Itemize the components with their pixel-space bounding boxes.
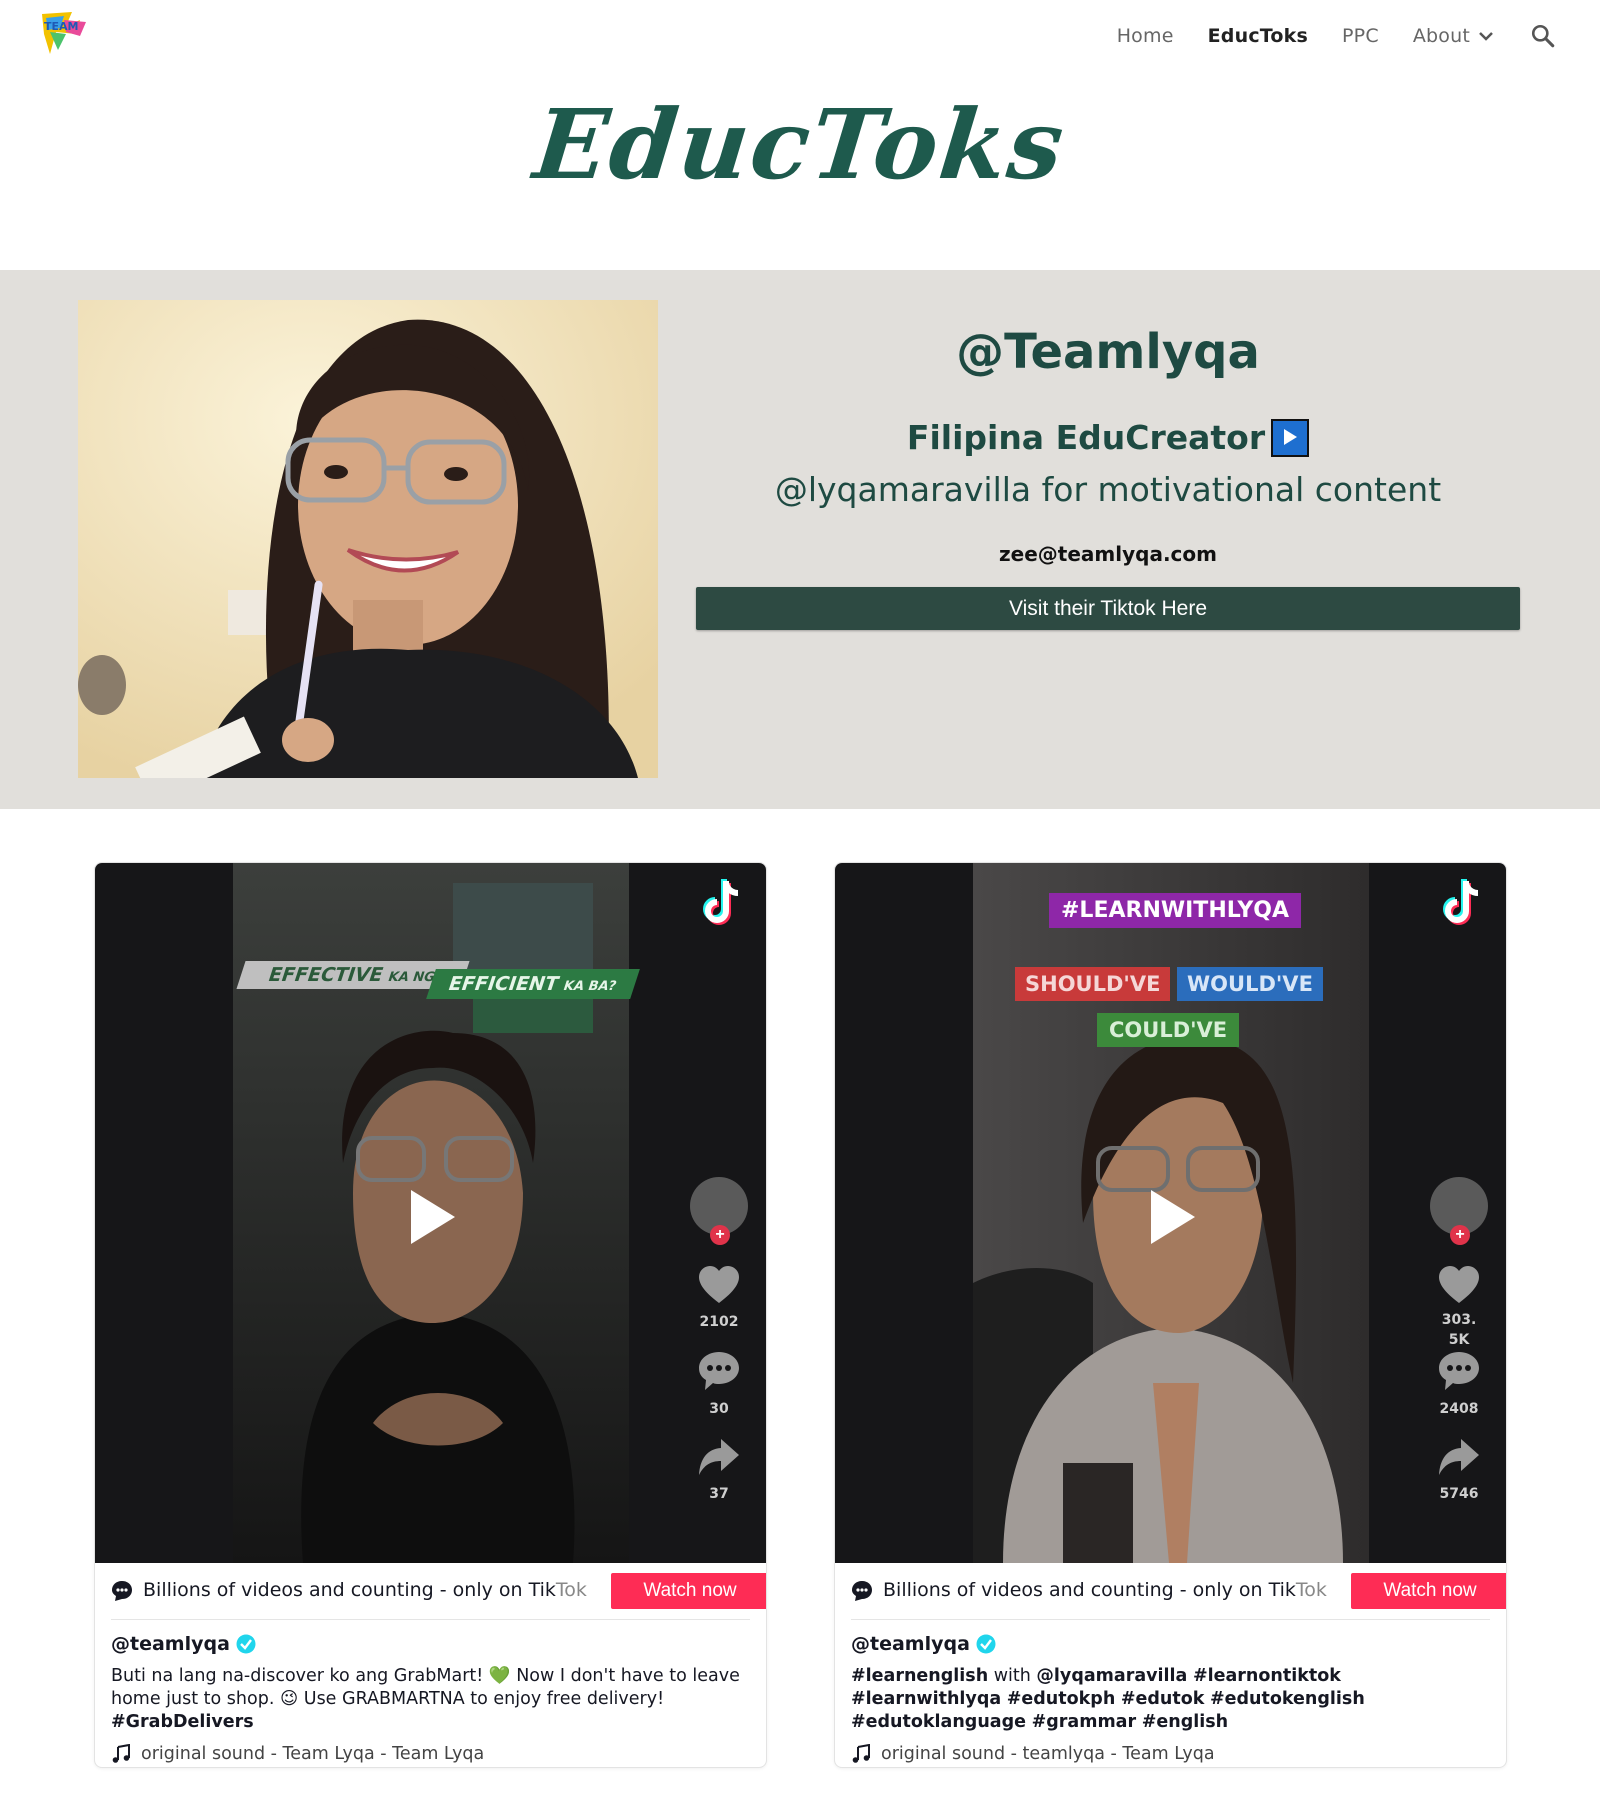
author-username[interactable]: @teamlyqa	[111, 1633, 230, 1655]
tiktok-logo-icon[interactable]	[1442, 877, 1486, 932]
nav-about-label: About	[1412, 25, 1470, 47]
like-count: 303.5K	[1441, 1312, 1477, 1348]
overlay-wouldve: WOULD'VE	[1177, 967, 1323, 1001]
comment-count: 30	[709, 1401, 729, 1417]
verified-badge-icon	[236, 1634, 256, 1654]
video-meta: @teamlyqa Buti na lang na-discover ko an…	[111, 1633, 751, 1764]
overlay-efficient-text: EFFICIENT	[445, 973, 562, 995]
promo-text-main: Billions of videos and counting - only o…	[883, 1579, 1296, 1601]
video-player[interactable]: EFFECTIVE KA NGA, EFFICIENT KA BA? + 210…	[95, 863, 766, 1563]
tiktok-promo-bar: Billions of videos and counting - only o…	[851, 1563, 1506, 1620]
music-note-icon	[852, 1744, 870, 1763]
sound-label: original sound - Team Lyqa - Team Lyqa	[141, 1744, 485, 1764]
verified-badge-icon	[976, 1634, 996, 1654]
video-author[interactable]: @teamlyqa	[111, 1633, 751, 1655]
follow-plus-icon[interactable]: +	[710, 1225, 730, 1245]
caption-hashtag[interactable]: #learnontiktok	[1193, 1666, 1341, 1686]
heart-icon[interactable]	[689, 1265, 749, 1310]
watch-now-button[interactable]: Watch now	[611, 1573, 766, 1609]
video-caption: Buti na lang na-discover ko ang GrabMart…	[111, 1665, 751, 1734]
video-sound[interactable]: original sound - Team Lyqa - Team Lyqa	[111, 1744, 751, 1764]
video-caption: #learnenglish with @lyqamaravilla #learn…	[851, 1665, 1491, 1734]
site-logo[interactable]: TEAM	[36, 10, 94, 58]
follow-plus-icon[interactable]: +	[1450, 1225, 1470, 1245]
play-icon[interactable]	[407, 1188, 457, 1251]
creator-email[interactable]: zee@teamlyqa.com	[696, 542, 1520, 566]
comment-count: 2408	[1439, 1401, 1479, 1417]
chevron-down-icon[interactable]	[1478, 31, 1494, 41]
promo-text: Billions of videos and counting - only o…	[883, 1579, 1327, 1601]
caption-hashtag[interactable]: #grammar	[1032, 1712, 1137, 1732]
caption-hashtag[interactable]: #edutokph	[1007, 1689, 1116, 1709]
chat-bubble-icon	[111, 1580, 133, 1607]
creator-avatar[interactable]: +	[690, 1177, 748, 1245]
nav-ppc[interactable]: PPC	[1342, 25, 1379, 47]
chat-bubble-icon	[851, 1580, 873, 1607]
overlay-effective-text: EFFECTIVE	[265, 964, 387, 986]
main-nav: Home EducToks PPC About	[1083, 0, 1556, 72]
share-count: 37	[709, 1486, 729, 1502]
video-meta: @teamlyqa #learnenglish with @lyqamaravi…	[851, 1633, 1491, 1764]
author-username[interactable]: @teamlyqa	[851, 1633, 970, 1655]
tiktok-logo-icon[interactable]	[702, 877, 746, 932]
watch-now-button[interactable]: Watch now	[1351, 1573, 1506, 1609]
page-title: EducToks	[529, 88, 1071, 201]
comment-icon[interactable]	[689, 1350, 749, 1397]
sound-label: original sound - teamlyqa - Team Lyqa	[881, 1744, 1215, 1764]
like-count: 2102	[699, 1314, 739, 1330]
creator-avatar[interactable]: +	[1430, 1177, 1488, 1245]
caption-hashtag[interactable]: #edutoklanguage	[851, 1712, 1026, 1732]
page-title-wrap: EducToks	[0, 80, 1600, 210]
overlay-couldve: COULD'VE	[1097, 1013, 1240, 1047]
caption-hashtag[interactable]: #learnwithlyqa	[851, 1689, 1001, 1709]
promo-text-tail: Tok	[1295, 1579, 1327, 1601]
caption-hashtag[interactable]: #english	[1142, 1712, 1228, 1732]
overlay-ka-ba: KA BA?	[561, 979, 619, 994]
profile-hero: @Teamlyqa Filipina EduCreator @lyqamarav…	[0, 270, 1600, 809]
visit-tiktok-button[interactable]: Visit their Tiktok Here	[696, 587, 1520, 630]
nav-home[interactable]: Home	[1117, 25, 1174, 47]
video-player[interactable]: #LEARNWITHLYQA SHOULD'VE WOULD'VE COULD'…	[835, 863, 1506, 1563]
caption-hashtag[interactable]: #edutokenglish	[1210, 1689, 1365, 1709]
tiktok-promo-bar: Billions of videos and counting - only o…	[111, 1563, 766, 1620]
nav-eductoks[interactable]: EducToks	[1208, 25, 1308, 47]
top-bar: TEAM Home EducToks PPC About	[0, 0, 1600, 72]
video-sound[interactable]: original sound - teamlyqa - Team Lyqa	[851, 1744, 1491, 1764]
subtitle-text: Filipina EduCreator	[906, 418, 1266, 457]
creator-subtitle: Filipina EduCreator	[696, 418, 1520, 457]
overlay-efficient: EFFICIENT KA BA?	[426, 969, 640, 999]
share-icon[interactable]	[1429, 1437, 1489, 1482]
profile-photo	[78, 300, 658, 778]
share-icon[interactable]	[689, 1437, 749, 1482]
video-action-rail: + 303.5K 2408 5746	[1429, 1177, 1489, 1504]
play-button-icon	[1271, 418, 1310, 457]
nav-about[interactable]: About	[1413, 25, 1494, 47]
overlay-learnwithlyqa: #LEARNWITHLYQA	[1049, 893, 1301, 928]
caption-hashtag[interactable]: #GrabDelivers	[111, 1712, 254, 1732]
video-author[interactable]: @teamlyqa	[851, 1633, 1491, 1655]
promo-text-tail: Tok	[555, 1579, 587, 1601]
caption-mention[interactable]: @lyqamaravilla	[1036, 1666, 1187, 1686]
caption-hashtag[interactable]: #edutok	[1121, 1689, 1205, 1709]
play-icon[interactable]	[1147, 1188, 1197, 1251]
creator-tagline: @lyqamaravilla for motivational content	[774, 470, 1442, 509]
svg-text:TEAM: TEAM	[44, 20, 78, 33]
tiktok-embed-2: #LEARNWITHLYQA SHOULD'VE WOULD'VE COULD'…	[834, 862, 1507, 1768]
search-icon[interactable]	[1530, 23, 1556, 49]
promo-text: Billions of videos and counting - only o…	[143, 1579, 587, 1601]
creator-handle: @Teamlyqa	[956, 324, 1260, 380]
promo-text-main: Billions of videos and counting - only o…	[143, 1579, 556, 1601]
share-count: 5746	[1439, 1486, 1479, 1502]
comment-icon[interactable]	[1429, 1350, 1489, 1397]
caption-text: with	[988, 1666, 1037, 1686]
tiktok-embed-1: EFFECTIVE KA NGA, EFFICIENT KA BA? + 210…	[94, 862, 767, 1768]
caption-text: Buti na lang na-discover ko ang GrabMart…	[111, 1666, 740, 1709]
video-action-rail: + 2102 30 37	[689, 1177, 749, 1504]
caption-hashtag[interactable]: #learnenglish	[851, 1666, 988, 1686]
overlay-shouldve: SHOULD'VE	[1015, 967, 1171, 1001]
heart-icon[interactable]	[1429, 1265, 1489, 1310]
music-note-icon	[112, 1744, 130, 1763]
